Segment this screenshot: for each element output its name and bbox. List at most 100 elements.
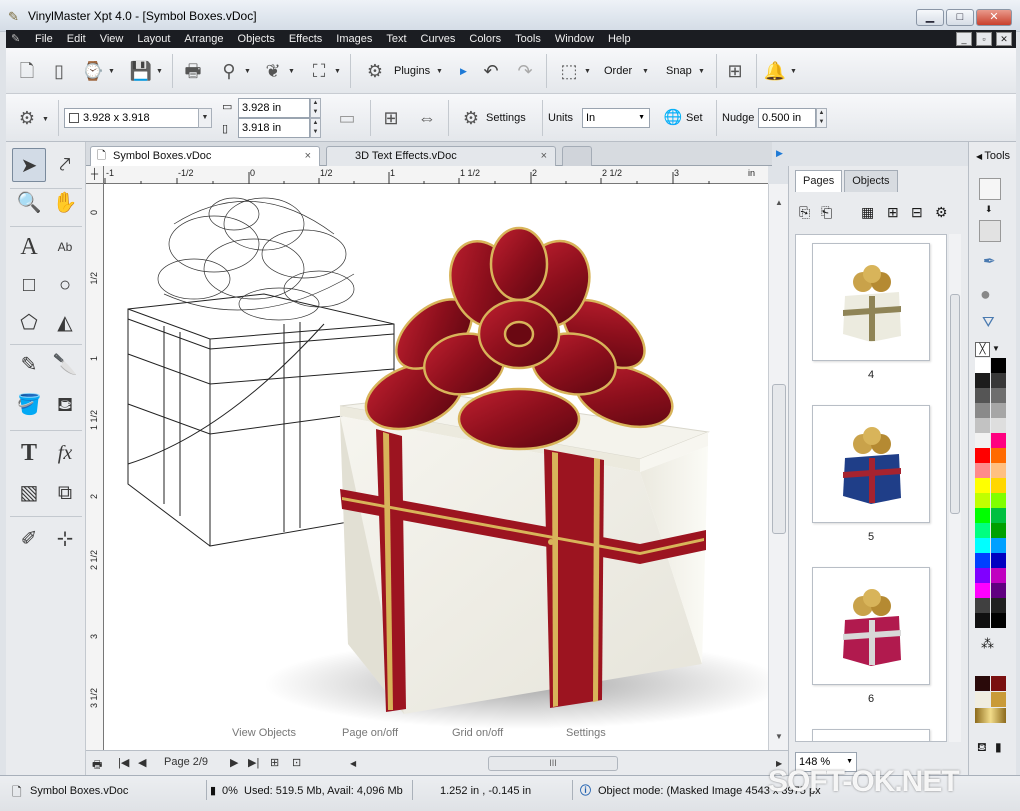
palette-swatch[interactable] [975, 568, 990, 583]
palette-swatch[interactable] [991, 568, 1006, 583]
palette-swatch[interactable] [991, 448, 1006, 463]
page-thumbnail-list[interactable]: 4 5 6 [795, 234, 947, 742]
size-dropdown-button[interactable]: ▼ [198, 108, 212, 128]
export-page-icon[interactable]: ⎗ [821, 204, 832, 221]
view-objects-toggle[interactable]: View Objects [232, 727, 296, 739]
menu-colors[interactable]: Colors [462, 30, 508, 48]
tab-symbol-boxes[interactable]: 🗋 Symbol Boxes.vDoc × [90, 146, 320, 166]
save-dropdown-arrow[interactable]: ▼ [156, 68, 163, 75]
next-page-button[interactable]: ▶ [230, 756, 238, 769]
palette-swatch[interactable] [975, 448, 990, 463]
gift-artwork[interactable] [104, 184, 768, 750]
effects-dropdown-arrow[interactable]: ▼ [790, 68, 797, 75]
zoom-tool-icon[interactable]: 🔍 [12, 186, 46, 220]
units-dropdown-arrow[interactable]: ▼ [638, 109, 645, 127]
snap-dropdown-arrow[interactable]: ▼ [698, 68, 705, 75]
first-page-button[interactable]: |◀ [118, 756, 129, 769]
menu-layout[interactable]: Layout [130, 30, 177, 48]
palette-swatch[interactable] [991, 523, 1006, 538]
dimension-tool-icon[interactable]: ⊹ [48, 522, 82, 556]
page-frame-icon[interactable]: ▭ [332, 103, 362, 133]
order-button[interactable]: Order [604, 64, 632, 78]
new-tab-button[interactable] [562, 146, 592, 166]
menu-images[interactable]: Images [329, 30, 379, 48]
palette-swatch[interactable] [991, 553, 1006, 568]
palette-options-icon[interactable]: ⁂ [981, 636, 994, 652]
menu-view[interactable]: View [93, 30, 131, 48]
menu-edit[interactable]: Edit [60, 30, 93, 48]
text-tool-icon[interactable]: A [12, 230, 46, 264]
order-dropdown-arrow[interactable]: ▼ [642, 68, 649, 75]
recent-swatch[interactable] [991, 676, 1006, 691]
effects-bell-icon[interactable]: 🔔 [760, 56, 790, 86]
output-device-icon[interactable]: ⛶ [304, 56, 334, 86]
weld-tool-icon[interactable]: ⧉ [48, 476, 82, 510]
menu-text[interactable]: Text [379, 30, 413, 48]
tab-pages[interactable]: Pages [795, 170, 843, 192]
menu-arrange[interactable]: Arrange [177, 30, 230, 48]
menu-help[interactable]: Help [601, 30, 638, 48]
fill-gradient-tool-icon[interactable]: ⛾ [48, 388, 82, 422]
fill-tool-icon[interactable]: 🪣 [12, 388, 46, 422]
stroke-icon[interactable]: ▮ [995, 740, 1002, 754]
output-dropdown-arrow[interactable]: ▼ [334, 68, 341, 75]
palette-dropdown-arrow[interactable]: ▼ [992, 344, 1000, 353]
pan-hand-tool-icon[interactable]: ✋ [48, 186, 82, 220]
toolbar-expand-arrow[interactable]: ▶ [460, 66, 467, 77]
tab-objects[interactable]: Objects [844, 170, 898, 192]
height-field[interactable]: 3.918 in [238, 118, 310, 138]
nudge-field[interactable]: 0.500 in [758, 108, 816, 128]
group-icon[interactable]: ⊞ [720, 56, 750, 86]
palette-swatch[interactable] [991, 613, 1006, 628]
knife-cut-tool-icon[interactable]: ✐ [12, 522, 46, 556]
palette-swatch[interactable] [991, 538, 1006, 553]
selection-icon[interactable]: ⬚ [554, 56, 584, 86]
panel-expand-arrow[interactable]: ▶ [776, 148, 783, 159]
outline-color-box[interactable] [979, 220, 1001, 242]
settings-button[interactable]: Settings [486, 111, 526, 125]
close-tab-icon[interactable]: × [541, 147, 547, 165]
palette-swatch[interactable] [975, 433, 990, 448]
import-page-icon[interactable]: ⎘ [799, 204, 810, 221]
palette-swatch[interactable] [975, 358, 990, 373]
height-spinner[interactable]: ▲ ▼ [310, 118, 321, 138]
canvas-vertical-scrollbar[interactable]: ▲ ▼ [768, 184, 788, 750]
scroll-up-arrow[interactable]: ▲ [772, 196, 786, 210]
add-page-icon[interactable]: ⊞ [887, 204, 899, 221]
knife-tool-icon[interactable]: 🔪 [48, 348, 82, 382]
text-frame-tool-icon[interactable]: Ab [48, 230, 82, 264]
menu-tools[interactable]: Tools [508, 30, 548, 48]
undo-icon[interactable]: ↶ [476, 56, 506, 86]
close-window-button[interactable]: ✕ [976, 9, 1012, 26]
palette-swatch[interactable] [991, 493, 1006, 508]
settings-icon[interactable]: ⚙ [456, 103, 486, 133]
recent-swatch[interactable] [991, 692, 1006, 707]
prev-page-button[interactable]: ◀ [138, 756, 146, 769]
pages-scrollbar[interactable] [949, 234, 961, 742]
page-thumbnail-5[interactable] [812, 405, 930, 523]
last-page-button[interactable]: ▶| [248, 756, 259, 769]
palette-swatch[interactable] [975, 463, 990, 478]
separation-dropdown-arrow[interactable]: ▼ [288, 68, 295, 75]
palette-swatch[interactable] [991, 508, 1006, 523]
plugins-button[interactable]: Plugins [394, 64, 430, 78]
palette-swatch[interactable] [975, 523, 990, 538]
close-tab-icon[interactable]: × [305, 147, 311, 165]
print-preview-icon[interactable]: 🖶 [92, 756, 102, 775]
cut-plot-icon[interactable]: ⚲ [214, 56, 244, 86]
pages-scroll-thumb[interactable] [950, 294, 960, 514]
palette-swatch[interactable] [991, 403, 1006, 418]
minimize-button[interactable]: ▁ [916, 9, 944, 26]
palette-swatch[interactable] [975, 493, 990, 508]
swap-colors-icon[interactable]: ⬇ [985, 204, 993, 215]
no-color-swatch[interactable]: ╳ [975, 342, 990, 357]
globe-icon[interactable]: 🌐 [658, 103, 688, 133]
fill-bucket-icon[interactable]: ⛾ [977, 740, 987, 756]
horizontal-ruler[interactable]: -1 -1/2 0 1/2 1 1 1/2 2 2 1/2 3 in [104, 166, 768, 184]
grid-onoff-toggle[interactable]: Grid on/off [452, 727, 503, 739]
recent-swatch[interactable] [975, 708, 1006, 723]
ruler-origin[interactable]: ┼ [86, 166, 104, 184]
palette-swatch[interactable] [975, 388, 990, 403]
units-select[interactable]: In ▼ [582, 108, 650, 128]
canvas-settings-toggle[interactable]: Settings [566, 727, 606, 739]
